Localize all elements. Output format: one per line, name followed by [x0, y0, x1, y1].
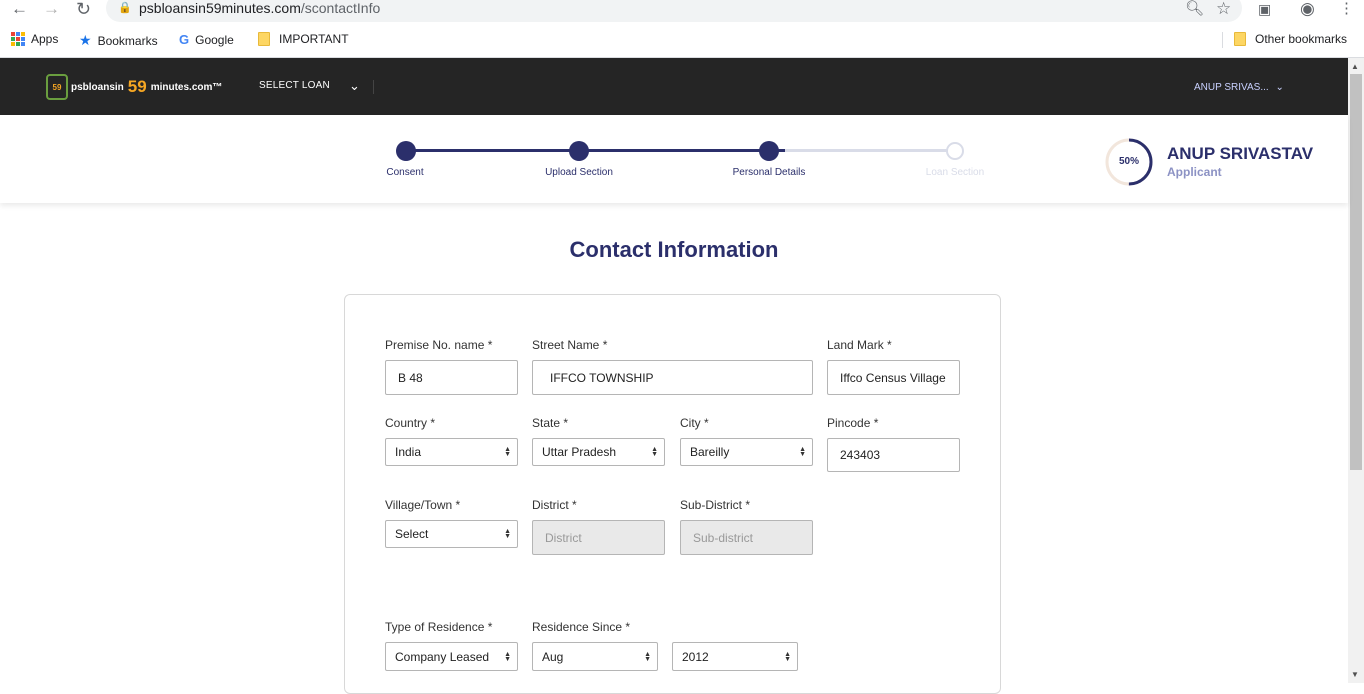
street-input[interactable]: IFFCO TOWNSHIP [532, 360, 813, 395]
step-consent-dot[interactable] [396, 141, 416, 161]
user-menu[interactable]: ANUP SRIVAS... ⌄ [1194, 82, 1284, 93]
bookmark-label: IMPORTANT [279, 32, 349, 46]
scroll-down-arrow-icon[interactable]: ▼ [1351, 670, 1359, 679]
stepper-line-complete [405, 149, 785, 152]
premise-label: Premise No. name * [385, 338, 493, 352]
step-upload-dot[interactable] [569, 141, 589, 161]
residence-year-value: 2012 [682, 649, 709, 664]
url-path: /scontactInfo [300, 0, 381, 16]
applicant-role: Applicant [1167, 165, 1222, 179]
village-select-value: Select [395, 527, 429, 541]
step-loan-label: Loan Section [925, 167, 985, 178]
scrollbar-thumb[interactable] [1350, 74, 1362, 470]
contact-form-card [344, 294, 1001, 694]
progress-percent: 50% [1118, 156, 1139, 167]
apps-grid-icon [11, 32, 25, 46]
step-upload-label: Upload Section [545, 167, 613, 178]
city-select[interactable]: Bareilly ▲ ▼ [680, 438, 813, 466]
logo-number: 59 [127, 77, 147, 96]
bookmark-bookmarks[interactable]: ★ Bookmarks [79, 32, 158, 49]
state-label: State * [532, 416, 569, 430]
step-personal-label: Personal Details [732, 167, 806, 178]
extension-icon[interactable]: ▣ [1258, 0, 1271, 18]
folder-icon [258, 32, 270, 46]
zoom-icon[interactable]: 🔍︎ [1185, 0, 1204, 18]
residence-month-value: Aug [542, 649, 564, 664]
select-arrows-icon: ▲ ▼ [504, 446, 511, 458]
bookmark-label: Apps [31, 32, 59, 46]
chevron-down-icon[interactable]: ⌄ [349, 78, 360, 94]
bookmark-divider [1222, 32, 1223, 48]
step-loan-dot[interactable] [946, 142, 964, 160]
logo-badge-text: 59 [52, 82, 62, 92]
logo-badge-icon: 59 [46, 74, 68, 100]
premise-input[interactable]: B 48 [385, 360, 518, 395]
bookmark-important[interactable]: IMPORTANT [258, 32, 349, 46]
residence-type-select[interactable]: Company Leased ▲ ▼ [385, 642, 518, 671]
logo-suffix: minutes.com™ [150, 81, 223, 93]
site-logo[interactable]: 59 psbloansin 59 minutes.com™ [46, 74, 222, 100]
folder-icon [1234, 32, 1246, 46]
stepper-line-pending [785, 149, 955, 152]
chevron-down-icon: ⌄ [1275, 82, 1284, 93]
bookmark-label: Google [195, 32, 234, 47]
residence-type-value: Company Leased [395, 649, 490, 664]
residence-type-label: Type of Residence * [385, 620, 493, 634]
select-arrows-icon: ▲ ▼ [504, 528, 511, 540]
select-arrows-icon: ▲ ▼ [504, 650, 511, 663]
select-arrows-icon: ▲ ▼ [644, 650, 651, 663]
landmark-label: Land Mark * [827, 338, 892, 352]
scroll-up-arrow-icon[interactable]: ▲ [1351, 62, 1359, 71]
residence-since-label: Residence Since * [532, 620, 631, 634]
residence-month-select[interactable]: Aug ▲ ▼ [532, 642, 658, 671]
star-icon[interactable]: ☆ [1216, 0, 1231, 18]
city-select-value: Bareilly [690, 445, 730, 459]
back-arrow-icon[interactable]: ← [11, 0, 28, 18]
kebab-menu-icon[interactable]: ⋮ [1339, 0, 1354, 18]
profile-icon[interactable]: ◉ [1300, 0, 1315, 18]
select-arrows-icon: ▲ ▼ [799, 446, 806, 458]
applicant-name: ANUP SRIVASTAV [1167, 144, 1314, 163]
country-select[interactable]: India ▲ ▼ [385, 438, 518, 466]
village-label: Village/Town * [385, 498, 461, 512]
step-consent-label: Consent [386, 167, 424, 178]
landmark-input[interactable]: Iffco Census Village [827, 360, 960, 395]
select-arrows-icon: ▲ ▼ [784, 650, 791, 663]
state-select-value: Uttar Pradesh [542, 445, 617, 459]
state-select[interactable]: Uttar Pradesh ▲ ▼ [532, 438, 665, 466]
bookmark-google[interactable]: G Google [179, 32, 234, 47]
country-select-value: India [395, 445, 422, 459]
pincode-label: Pincode * [827, 416, 879, 430]
bookmark-label: Bookmarks [97, 33, 158, 48]
browser-toolbar: ← → ↻ 🔒 psbloansin59minutes.com/scontact… [0, 0, 1364, 22]
bookmark-apps[interactable]: Apps [11, 32, 58, 46]
city-label: City * [680, 416, 709, 430]
user-menu-label: ANUP SRIVAS... [1194, 82, 1269, 93]
url-domain: psbloansin59minutes.com [139, 0, 301, 16]
step-personal-dot[interactable] [759, 141, 779, 161]
forward-arrow-icon[interactable]: → [43, 0, 60, 18]
bookmark-label: Other bookmarks [1255, 32, 1348, 46]
url-text[interactable]: psbloansin59minutes.com/scontactInfo [139, 0, 380, 16]
street-label: Street Name * [532, 338, 608, 352]
page-title: Contact Information [569, 237, 779, 262]
google-icon: G [179, 32, 190, 47]
bookmarks-bar: Apps ★ Bookmarks G Google IMPORTANT Othe… [0, 28, 1364, 52]
star-filled-icon: ★ [79, 32, 92, 48]
village-select[interactable]: Select ▲ ▼ [385, 520, 518, 548]
reload-icon[interactable]: ↻ [76, 0, 91, 18]
subdistrict-label: Sub-District * [680, 498, 751, 512]
header-divider [373, 80, 374, 94]
district-label: District * [532, 498, 577, 512]
select-loan-menu[interactable]: SELECT LOAN [259, 80, 330, 91]
subdistrict-input[interactable]: Sub-district [680, 520, 813, 555]
bookmark-other[interactable]: Other bookmarks [1234, 32, 1347, 46]
residence-year-select[interactable]: 2012 ▲ ▼ [672, 642, 798, 671]
select-arrows-icon: ▲ ▼ [651, 446, 658, 458]
pincode-input[interactable]: 243403 [827, 438, 960, 472]
country-label: Country * [385, 416, 436, 430]
logo-prefix: psbloansin [71, 81, 124, 93]
district-input[interactable]: District [532, 520, 665, 555]
lock-icon: 🔒 [118, 2, 132, 14]
